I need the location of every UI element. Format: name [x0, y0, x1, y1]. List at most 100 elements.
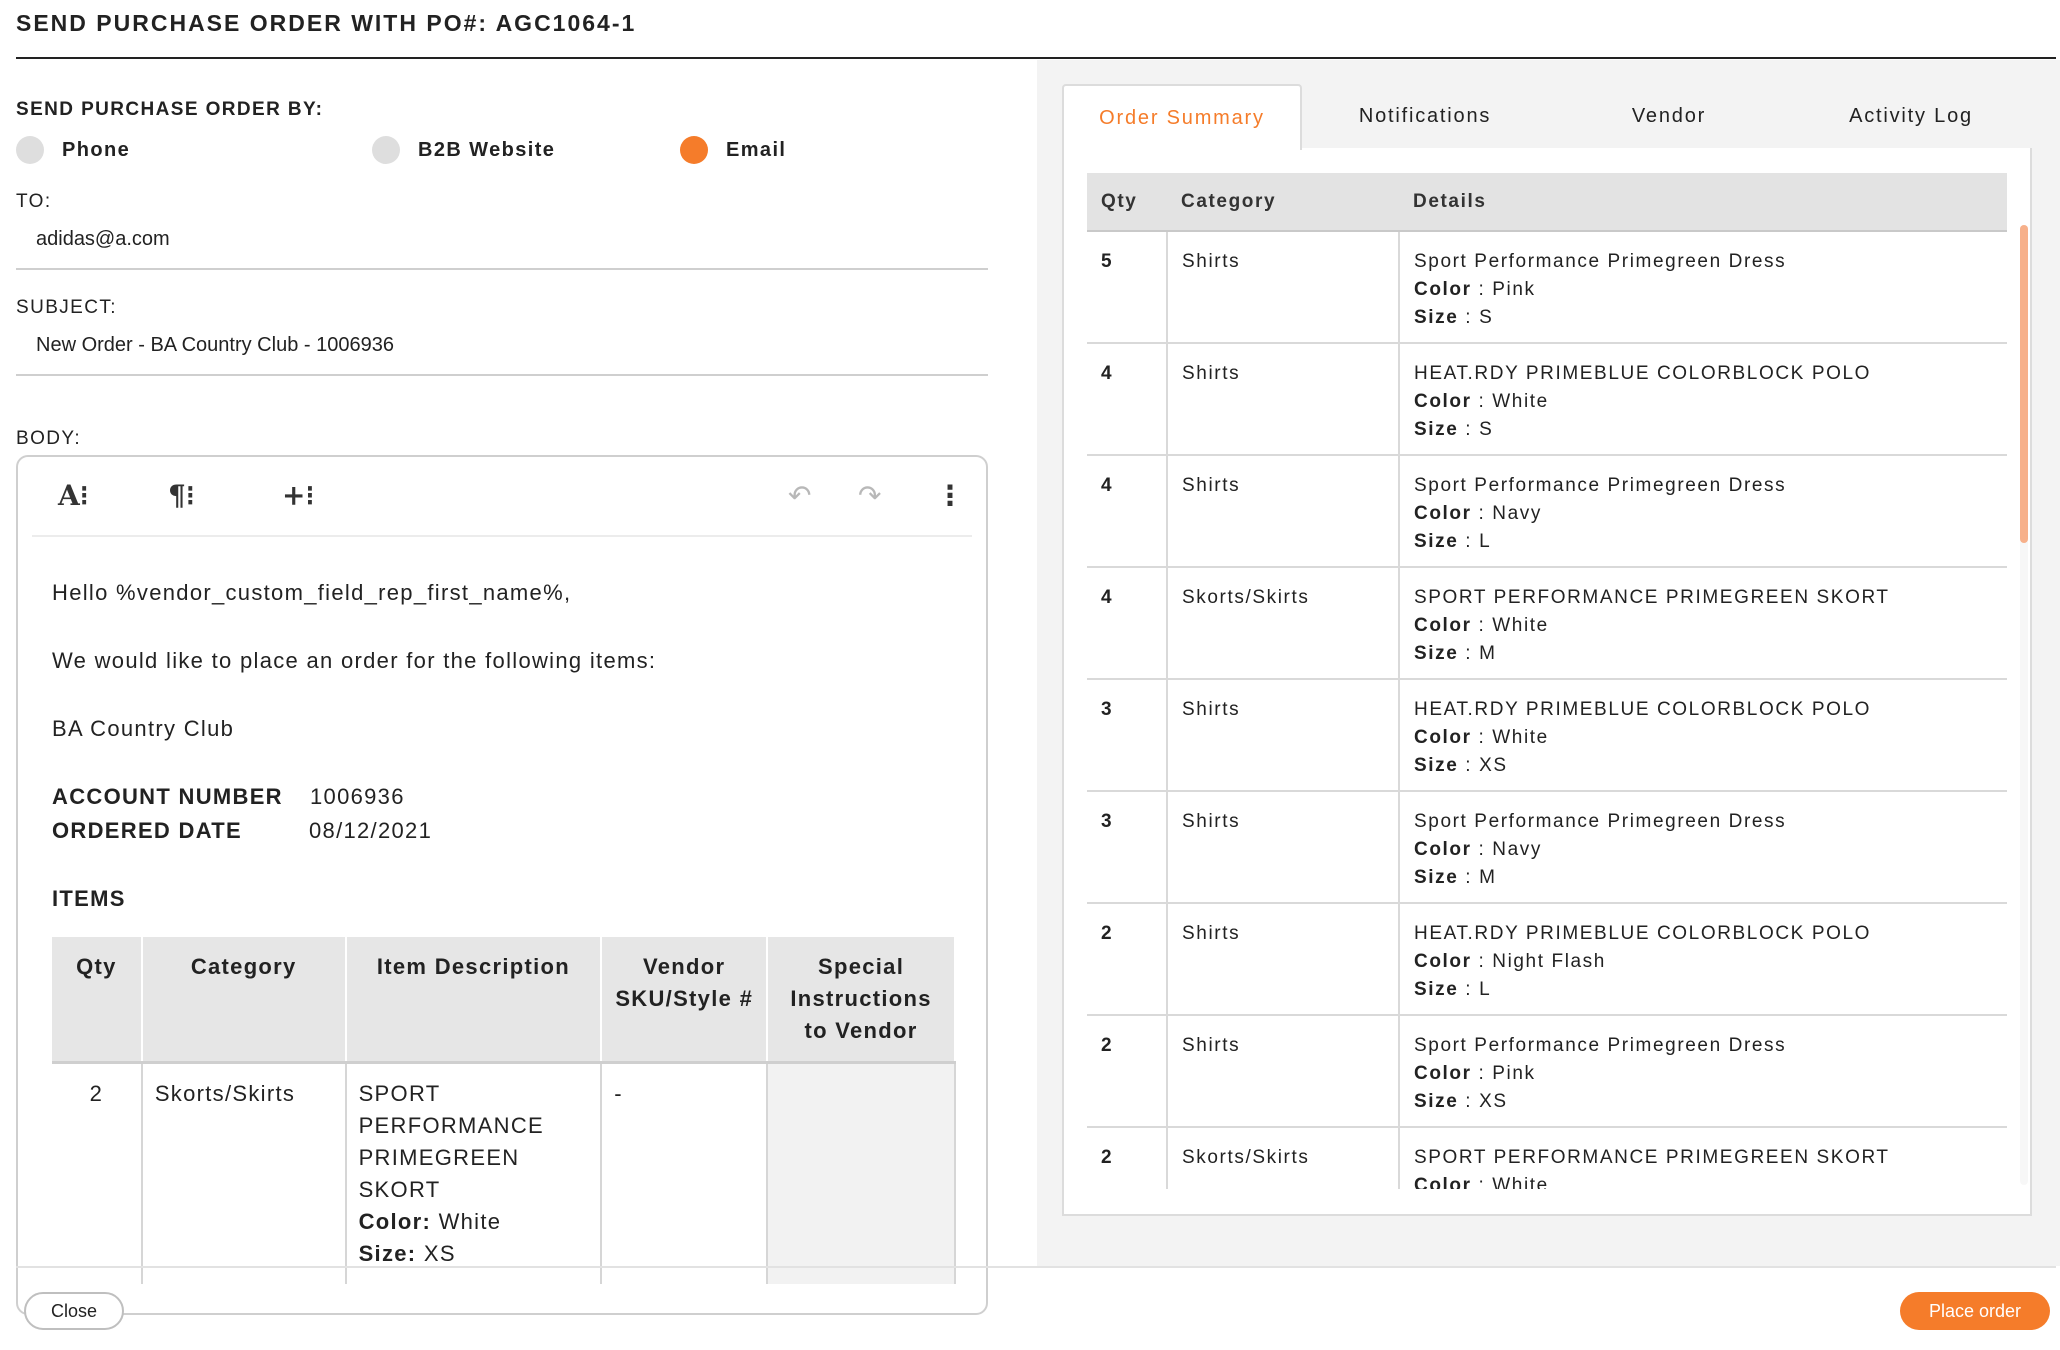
- summary-size-separator: :: [1458, 531, 1480, 552]
- summary-item-name: SPORT PERFORMANCE PRIMEGREEN SKORT: [1414, 587, 1890, 608]
- summary-size-separator: :: [1458, 979, 1480, 1000]
- table-row: 5 Shirts Sport Performance Primegreen Dres…: [1087, 231, 2007, 344]
- to-label: TO:: [16, 191, 52, 212]
- summary-color-separator: :: [1471, 839, 1493, 860]
- to-field[interactable]: adidas@a.com: [16, 228, 988, 270]
- summary-color-value: Navy: [1492, 839, 1542, 860]
- summary-size-label: Size: [1414, 1091, 1459, 1112]
- radio-email-label: Email: [726, 138, 787, 161]
- summary-rows: 5 Shirts Sport Performance Primegreen Dres…: [1087, 231, 2007, 1189]
- items-col-qty: Qty: [52, 937, 143, 1064]
- summary-size-value: S: [1479, 307, 1494, 328]
- items-col-description: Item Description: [345, 937, 603, 1064]
- place-order-button[interactable]: Place order: [1900, 1292, 2050, 1330]
- summary-scroll-area[interactable]: Qty Category Details 5 Shirts Sport Perfor…: [1087, 173, 2007, 1189]
- item-description-text: SPORT PERFORMANCE PRIMEGREEN SKORT: [358, 1081, 545, 1202]
- redo-icon[interactable]: ↷: [858, 479, 881, 512]
- tab-activity-log[interactable]: Activity Log: [1790, 84, 2032, 148]
- po-form: SEND PURCHASE ORDER BY: Phone B2B Websit…: [16, 60, 1026, 1315]
- summary-color-label: Color: [1414, 391, 1472, 412]
- summary-cell-category: Shirts: [1167, 679, 1400, 792]
- summary-cell-qty: 4: [1087, 343, 1168, 456]
- summary-color-separator: :: [1471, 615, 1493, 636]
- radio-email[interactable]: Email: [680, 136, 786, 164]
- summary-color-value: White: [1492, 615, 1549, 636]
- summary-color-separator: :: [1471, 951, 1493, 972]
- summary-cell-qty: 3: [1087, 791, 1168, 904]
- editor-toolbar: A⁝ ¶⁝ +⁝ ↶ ↷ ⋮: [32, 457, 972, 537]
- table-row: 2 Shirts Sport Performance Primegreen Dres…: [1087, 1015, 2007, 1128]
- summary-cell-details: Sport Performance Primegreen Dress Color …: [1399, 791, 2007, 904]
- summary-cell-details: HEAT.RDY PRIMEBLUE COLORBLOCK POLO Color …: [1399, 903, 2007, 1016]
- summary-size-label: Size: [1414, 755, 1459, 776]
- summary-cell-details: SPORT PERFORMANCE PRIMEGREEN SKORT Color …: [1399, 1127, 2007, 1189]
- subject-label: SUBJECT:: [16, 297, 117, 318]
- summary-color-line: Color : White: [1414, 1172, 1993, 1189]
- radio-b2b-website[interactable]: B2B Website: [372, 136, 555, 164]
- footer-divider: [16, 1266, 2056, 1268]
- summary-cell-qty: 4: [1087, 455, 1168, 568]
- radio-phone[interactable]: Phone: [16, 136, 130, 164]
- page-title: SEND PURCHASE ORDER WITH PO#: AGC1064-1: [16, 10, 637, 36]
- more-options-icon[interactable]: ⋮: [936, 479, 964, 512]
- summary-color-value: Night Flash: [1492, 951, 1606, 972]
- summary-item-name: HEAT.RDY PRIMEBLUE COLORBLOCK POLO: [1414, 699, 1872, 720]
- summary-cell-category: Shirts: [1167, 343, 1400, 456]
- body-club: BA Country Club: [52, 716, 235, 741]
- table-row: 3 Shirts HEAT.RDY PRIMEBLUE COLORBLOCK POL…: [1087, 679, 2007, 792]
- item-size-label: Size:: [358, 1241, 417, 1266]
- summary-size-line: Size : M: [1414, 640, 1993, 668]
- items-col-category: Category: [141, 937, 347, 1064]
- summary-color-separator: :: [1471, 1175, 1493, 1189]
- font-format-icon[interactable]: A⁝: [58, 479, 89, 512]
- summary-size-label: Size: [1414, 867, 1459, 888]
- paragraph-format-icon[interactable]: ¶⁝: [168, 479, 195, 512]
- close-button[interactable]: Close: [24, 1292, 124, 1330]
- summary-cell-category: Shirts: [1167, 1015, 1400, 1128]
- summary-size-value: L: [1479, 531, 1492, 552]
- title-divider: [16, 57, 2056, 59]
- summary-col-qty: Qty: [1087, 173, 1167, 232]
- summary-scrollbar-thumb[interactable]: [2020, 225, 2028, 543]
- tab-vendor[interactable]: Vendor: [1548, 84, 1790, 148]
- tab-notifications[interactable]: Notifications: [1304, 84, 1546, 148]
- ordered-date-value: 08/12/2021: [309, 818, 433, 843]
- account-number-value: 1006936: [310, 784, 405, 809]
- subject-field[interactable]: New Order - BA Country Club - 1006936: [16, 334, 988, 376]
- summary-color-line: Color : White: [1414, 388, 1993, 416]
- summary-color-line: Color : Navy: [1414, 836, 1993, 864]
- summary-cell-qty: 2: [1087, 1015, 1168, 1128]
- radio-phone-label: Phone: [62, 138, 131, 161]
- summary-size-separator: :: [1458, 307, 1480, 328]
- table-row: 4 Skorts/Skirts SPORT PERFORMANCE PRIMEGRE…: [1087, 567, 2007, 680]
- item-color-value: White: [438, 1209, 502, 1234]
- summary-size-separator: :: [1458, 643, 1480, 664]
- radio-b2b-website-label: B2B Website: [418, 138, 556, 161]
- radio-phone-dot[interactable]: [16, 136, 44, 164]
- insert-icon[interactable]: +⁝: [282, 479, 314, 512]
- tab-bar: Order Summary Notifications Vendor Activ…: [1062, 84, 2032, 150]
- summary-color-line: Color : Navy: [1414, 500, 1993, 528]
- body-greeting: Hello %vendor_custom_field_rep_first_nam…: [52, 580, 572, 605]
- summary-cell-qty: 3: [1087, 679, 1168, 792]
- summary-color-label: Color: [1414, 615, 1472, 636]
- summary-item-name: HEAT.RDY PRIMEBLUE COLORBLOCK POLO: [1414, 923, 1872, 944]
- radio-b2b-website-dot[interactable]: [372, 136, 400, 164]
- tab-order-summary[interactable]: Order Summary: [1062, 84, 1302, 150]
- summary-size-line: Size : XS: [1414, 1088, 1993, 1116]
- summary-color-line: Color : Pink: [1414, 276, 1993, 304]
- undo-icon[interactable]: ↶: [788, 479, 811, 512]
- body-editor[interactable]: A⁝ ¶⁝ +⁝ ↶ ↷ ⋮ Hello %vendor_custom_fiel…: [16, 455, 988, 1315]
- summary-color-separator: :: [1471, 391, 1493, 412]
- summary-item-name: Sport Performance Primegreen Dress: [1414, 251, 1787, 272]
- items-cell-description: SPORT PERFORMANCE PRIMEGREEN SKORT Color…: [345, 1062, 603, 1284]
- summary-color-line: Color : Pink: [1414, 1060, 1993, 1088]
- radio-email-dot[interactable]: [680, 136, 708, 164]
- table-row: 3 Shirts Sport Performance Primegreen Dres…: [1087, 791, 2007, 904]
- summary-size-value: M: [1479, 867, 1497, 888]
- summary-size-line: Size : XS: [1414, 752, 1993, 780]
- summary-color-label: Color: [1414, 503, 1472, 524]
- summary-cell-qty: 5: [1087, 231, 1168, 344]
- summary-item-name: Sport Performance Primegreen Dress: [1414, 1035, 1787, 1056]
- summary-item-name: HEAT.RDY PRIMEBLUE COLORBLOCK POLO: [1414, 363, 1872, 384]
